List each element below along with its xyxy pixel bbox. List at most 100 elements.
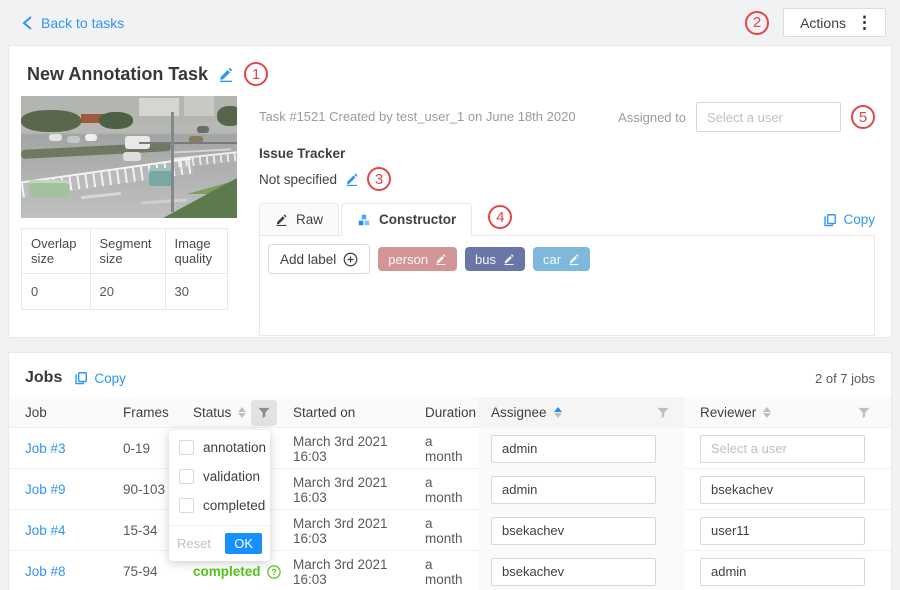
param-header-quality: Image quality <box>165 229 227 274</box>
reviewer-sorter-icon[interactable] <box>763 407 771 418</box>
job-started: March 3rd 2021 16:03 <box>285 516 417 546</box>
labels-copy-link[interactable]: Copy <box>823 212 875 227</box>
more-vertical-icon: ⋮ <box>856 14 873 31</box>
job-row: Job #8 75-94 completed ? March 3rd 2021 … <box>9 551 891 590</box>
checkbox-validation[interactable] <box>179 469 194 484</box>
tab-constructor[interactable]: Constructor <box>341 203 472 236</box>
filter-ok-button[interactable]: OK <box>225 533 262 554</box>
labels-tabs: Raw Constructor 4 Copy <box>259 203 875 235</box>
reviewer-filter-icon[interactable] <box>851 400 877 426</box>
checkbox-annotation[interactable] <box>179 440 194 455</box>
col-header-frames[interactable]: Frames <box>115 397 185 428</box>
build-icon <box>357 213 371 227</box>
jobs-copy-link[interactable]: Copy <box>74 371 126 386</box>
job-duration: a month <box>417 557 479 587</box>
question-circle-icon[interactable]: ? <box>267 565 281 579</box>
job-frames: 75-94 <box>115 564 185 579</box>
filter-option-completed-label: completed <box>203 498 265 513</box>
assignee-filter-icon[interactable] <box>650 400 676 426</box>
task-details-card: New Annotation Task 1 <box>8 45 892 338</box>
job-link[interactable]: Job #4 <box>25 523 66 538</box>
job-started: March 3rd 2021 16:03 <box>285 475 417 505</box>
job-reviewer-select[interactable] <box>700 476 865 504</box>
col-header-duration[interactable]: Duration <box>417 397 479 428</box>
job-reviewer-select[interactable] <box>700 435 865 463</box>
job-duration: a month <box>417 475 479 505</box>
task-preview-image <box>21 96 237 218</box>
job-assignee-select[interactable] <box>491 558 656 586</box>
col-header-reviewer-label: Reviewer <box>700 405 756 420</box>
filter-option-annotation-label: annotation <box>203 440 266 455</box>
edit-label-icon[interactable] <box>435 253 447 265</box>
checkbox-completed[interactable] <box>179 498 194 513</box>
job-assignee-select[interactable] <box>491 476 656 504</box>
issue-tracker-value: Not specified <box>259 172 337 187</box>
label-chip-car[interactable]: car <box>533 247 590 271</box>
svg-text:?: ? <box>271 567 276 577</box>
job-link[interactable]: Job #9 <box>25 482 66 497</box>
label-chip-car-name: car <box>543 252 561 267</box>
back-to-tasks-link[interactable]: Back to tasks <box>22 15 124 31</box>
job-link[interactable]: Job #8 <box>25 564 66 579</box>
edit-issue-tracker-icon[interactable] <box>345 172 359 186</box>
col-header-assignee[interactable]: Assignee <box>479 397 684 428</box>
status-sorter-icon[interactable] <box>238 407 246 418</box>
jobs-title: Jobs <box>25 369 62 387</box>
tab-raw[interactable]: Raw <box>259 203 339 235</box>
col-header-started[interactable]: Started on <box>285 397 417 428</box>
label-chip-bus[interactable]: bus <box>465 247 525 271</box>
col-header-assignee-label: Assignee <box>491 405 547 420</box>
edit-label-icon[interactable] <box>568 253 580 265</box>
add-label-button[interactable]: Add label <box>268 244 370 274</box>
jobs-card: Jobs Copy 2 of 7 jobs Job Frames Status … <box>8 352 892 590</box>
jobs-count: 2 of 7 jobs <box>815 371 875 386</box>
job-assignee-select[interactable] <box>491 435 656 463</box>
tab-raw-label: Raw <box>296 212 323 227</box>
job-duration: a month <box>417 434 479 464</box>
status-filter-dropdown: annotation validation completed Reset OK <box>169 430 270 561</box>
annotation-circle-1: 1 <box>244 62 268 86</box>
filter-option-validation-label: validation <box>203 469 260 484</box>
top-bar: Back to tasks 2 Actions ⋮ <box>0 0 900 45</box>
col-header-status-label: Status <box>193 405 231 420</box>
param-value-segment: 20 <box>90 274 165 310</box>
job-reviewer-select[interactable] <box>700 558 865 586</box>
job-started: March 3rd 2021 16:03 <box>285 557 417 587</box>
col-header-status[interactable]: Status <box>185 397 285 428</box>
job-duration: a month <box>417 516 479 546</box>
job-reviewer-select[interactable] <box>700 517 865 545</box>
add-label-label: Add label <box>280 252 336 267</box>
status-filter-icon[interactable] <box>251 400 277 426</box>
jobs-copy-label: Copy <box>94 371 126 386</box>
issue-tracker-label: Issue Tracker <box>259 146 875 161</box>
param-value-overlap: 0 <box>22 274 91 310</box>
edit-label-icon[interactable] <box>503 253 515 265</box>
filter-reset-button[interactable]: Reset <box>177 536 211 551</box>
labels-copy-label: Copy <box>843 212 875 227</box>
labels-constructor-panel: Add label person bus car <box>259 235 875 336</box>
job-started: March 3rd 2021 16:03 <box>285 434 417 464</box>
filter-option-validation[interactable]: validation <box>169 462 270 491</box>
annotation-circle-2: 2 <box>745 11 769 35</box>
col-header-job[interactable]: Job <box>9 397 115 428</box>
edit-icon <box>275 213 288 226</box>
annotation-circle-5: 5 <box>851 105 875 129</box>
label-chip-bus-name: bus <box>475 252 496 267</box>
filter-option-completed[interactable]: completed <box>169 491 270 520</box>
chevron-left-icon <box>22 16 33 30</box>
annotation-circle-4: 4 <box>488 205 512 229</box>
copy-icon <box>74 371 88 385</box>
col-header-reviewer[interactable]: Reviewer <box>684 397 891 428</box>
edit-title-icon[interactable] <box>218 66 234 82</box>
job-assignee-select[interactable] <box>491 517 656 545</box>
job-link[interactable]: Job #3 <box>25 441 66 456</box>
filter-option-annotation[interactable]: annotation <box>169 430 270 462</box>
task-assignee-select[interactable] <box>696 102 841 132</box>
job-row: Job #4 15-34 March 3rd 2021 16:03 a mont… <box>9 510 891 551</box>
label-chip-person-name: person <box>388 252 428 267</box>
task-meta-text: Task #1521 Created by test_user_1 on Jun… <box>259 102 576 124</box>
label-chip-person[interactable]: person <box>378 247 457 271</box>
assignee-sorter-icon[interactable] <box>554 407 562 418</box>
param-header-overlap: Overlap size <box>22 229 91 274</box>
actions-button[interactable]: Actions ⋮ <box>783 8 886 37</box>
